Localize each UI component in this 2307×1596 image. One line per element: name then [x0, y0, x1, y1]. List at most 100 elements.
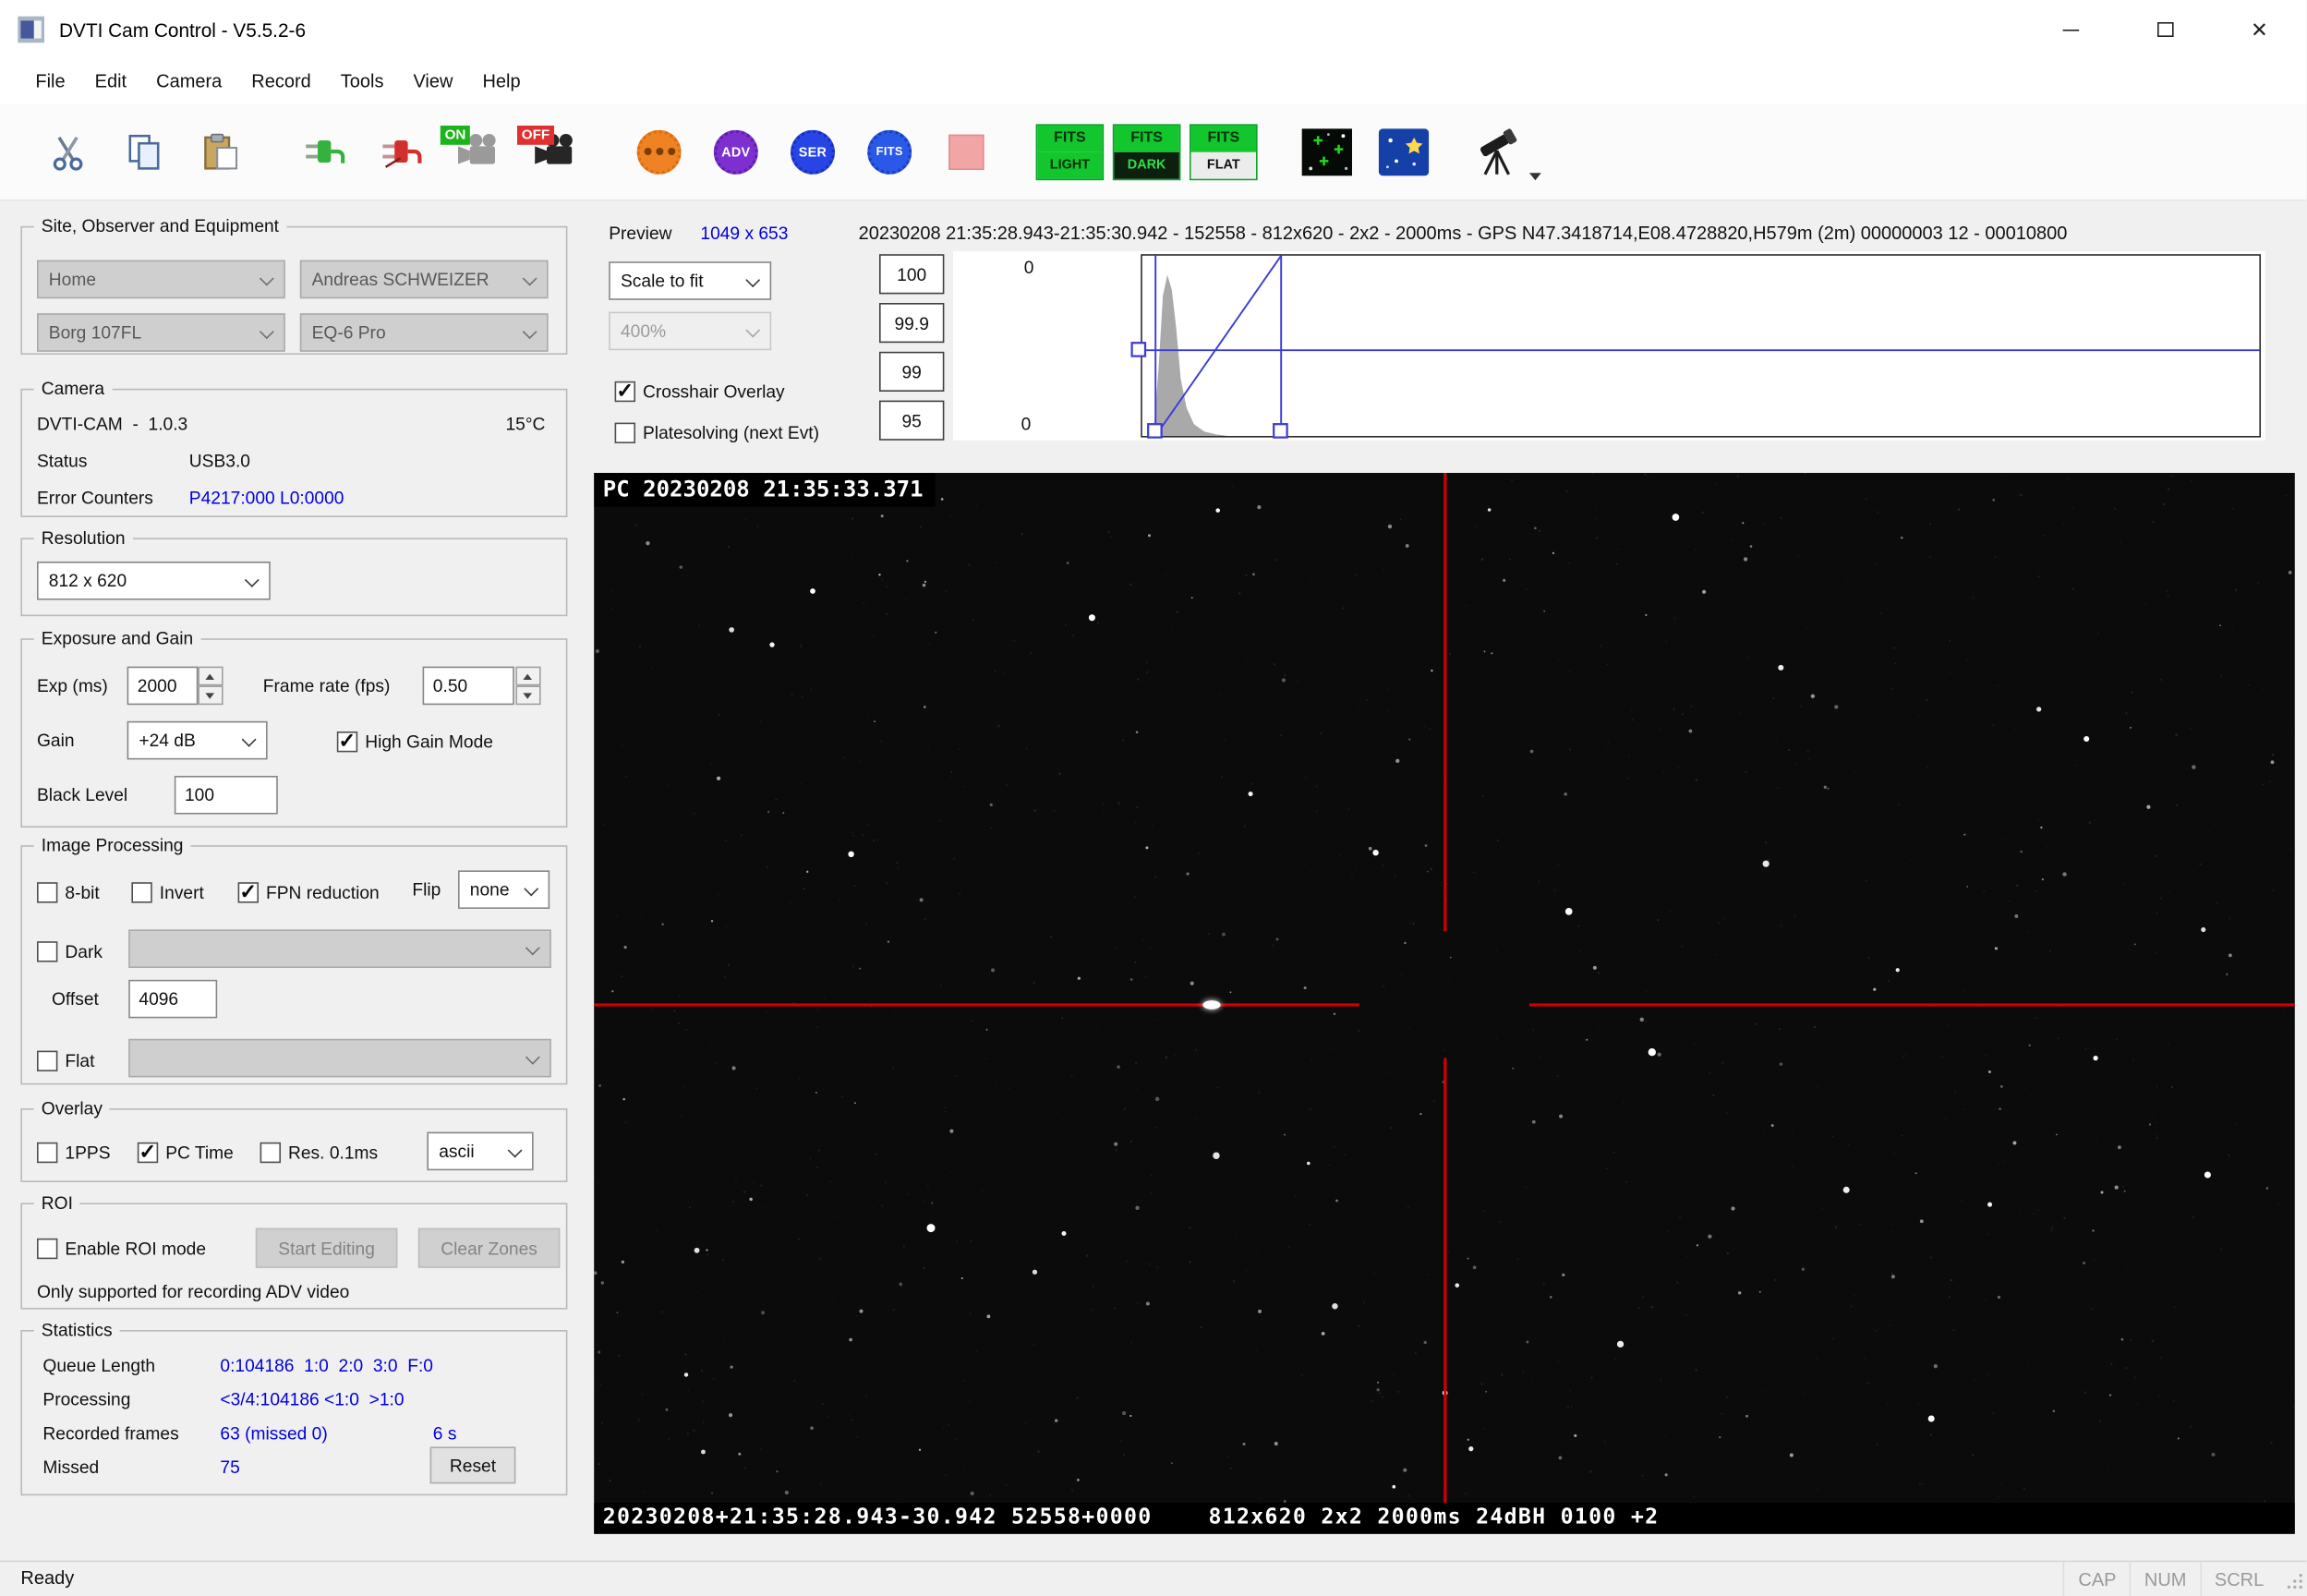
connect-button[interactable]	[290, 112, 361, 191]
exposure-spinner[interactable]	[198, 667, 223, 706]
frame-rate-input[interactable]: 0.50	[423, 667, 514, 706]
off-badge: OFF	[517, 125, 554, 144]
dark-checkbox[interactable]: Dark	[37, 938, 103, 965]
group-title: Site, Observer and Equipment	[34, 216, 286, 236]
fits-flat-icon: FITS FLAT	[1190, 124, 1258, 180]
histogram-plot[interactable]	[953, 251, 2265, 441]
stop-button[interactable]	[931, 112, 1002, 191]
pc-time-checkbox[interactable]: PC Time	[138, 1140, 234, 1167]
spin-up-icon[interactable]	[515, 667, 540, 686]
resolution-select[interactable]: 812 x 620	[37, 562, 271, 600]
flat-checkbox[interactable]: Flat	[37, 1047, 94, 1074]
camera-off-button[interactable]: OFF	[520, 112, 591, 191]
checkbox-icon[interactable]	[131, 882, 151, 902]
telescope-button[interactable]	[1472, 112, 1543, 191]
spin-down-icon[interactable]	[198, 685, 223, 705]
resize-grip[interactable]	[2285, 1571, 2305, 1591]
checkbox-checked-icon[interactable]	[238, 882, 259, 902]
flat-frame-select	[128, 1039, 551, 1078]
checkbox-checked-icon[interactable]	[615, 381, 635, 402]
paste-button[interactable]	[187, 112, 258, 191]
checkbox-icon[interactable]	[615, 423, 635, 443]
platesolving-checkbox[interactable]: Platesolving (next Evt)	[615, 419, 819, 446]
checkbox-icon[interactable]	[37, 1051, 57, 1071]
record-options-button[interactable]	[623, 112, 695, 191]
checkbox-icon[interactable]	[37, 941, 57, 961]
app-window: DVTI Cam Control - V5.5.2-6 ✕ File Edit …	[0, 0, 2307, 1596]
frame-rate-spinner[interactable]	[515, 667, 540, 706]
high-gain-checkbox[interactable]: High Gain Mode	[337, 729, 493, 756]
fits-dark-button[interactable]: FITS DARK	[1111, 112, 1182, 191]
offset-input[interactable]: 4096	[128, 980, 217, 1019]
menu-item-edit[interactable]: Edit	[80, 59, 141, 103]
disconnect-button[interactable]	[367, 112, 438, 191]
fits-flat-button[interactable]: FITS FLAT	[1188, 112, 1259, 191]
site-select: Home	[37, 260, 285, 299]
menu-item-file[interactable]: File	[20, 59, 79, 103]
offset-label: Offset	[52, 980, 99, 1019]
chevron-down-icon	[242, 732, 257, 747]
sky-chart-button[interactable]	[1369, 112, 1440, 191]
percentile-99-button[interactable]: 99	[879, 352, 944, 392]
chevron-down-icon	[523, 272, 537, 286]
observer-select: Andreas SCHWEIZER	[300, 260, 549, 299]
spin-down-icon[interactable]	[515, 685, 540, 705]
recorded-frames-value: 63 (missed 0)	[220, 1421, 327, 1447]
window-title: DVTI Cam Control - V5.5.2-6	[59, 18, 306, 41]
menu-item-view[interactable]: View	[398, 59, 467, 103]
maximize-button[interactable]	[2118, 0, 2212, 59]
fits-circle-icon: FITS	[867, 129, 912, 174]
platesolve-button[interactable]	[1291, 112, 1362, 191]
checkbox-icon[interactable]	[260, 1143, 281, 1163]
night-sky-icon	[1379, 127, 1429, 175]
chevron-down-icon[interactable]	[1529, 172, 1541, 179]
percentile-99-9-button[interactable]: 99.9	[879, 303, 944, 343]
checkbox-checked-icon[interactable]	[337, 732, 357, 752]
flip-select[interactable]: none	[458, 870, 550, 909]
checkbox-icon[interactable]	[37, 882, 57, 902]
res-01ms-checkbox[interactable]: Res. 0.1ms	[260, 1140, 379, 1167]
camera-on-button[interactable]: ON	[443, 112, 514, 191]
preview-label: Preview	[609, 220, 671, 247]
menu-item-tools[interactable]: Tools	[326, 59, 399, 103]
close-button[interactable]: ✕	[2212, 0, 2306, 59]
zoom-select: 400%	[609, 312, 771, 351]
fits-light-button[interactable]: FITS LIGHT	[1034, 112, 1105, 191]
percentile-95-button[interactable]: 95	[879, 401, 944, 441]
record-ser-button[interactable]: SER	[778, 112, 849, 191]
checkbox-icon[interactable]	[37, 1143, 57, 1163]
checkbox-icon[interactable]	[37, 1239, 57, 1259]
histogram-panel: 0 0 256 - 7367	[953, 251, 2265, 441]
minimize-button[interactable]	[2023, 0, 2117, 59]
percentile-100-button[interactable]: 100	[879, 254, 944, 294]
caps-lock-indicator: CAP	[2063, 1562, 2130, 1596]
8bit-checkbox[interactable]: 8-bit	[37, 879, 100, 906]
reset-button[interactable]: Reset	[430, 1446, 516, 1483]
menu-item-camera[interactable]: Camera	[141, 59, 236, 103]
record-adv-button[interactable]: ADV	[700, 112, 771, 191]
chevron-down-icon	[525, 1050, 540, 1065]
checkbox-checked-icon[interactable]	[138, 1143, 158, 1163]
menu-item-record[interactable]: Record	[236, 59, 325, 103]
exposure-label: Exp (ms)	[37, 667, 108, 706]
chevron-down-icon	[245, 573, 260, 587]
crosshair-overlay-checkbox[interactable]: Crosshair Overlay	[615, 379, 785, 405]
overlay-format-select[interactable]: ascii	[427, 1132, 533, 1171]
scale-mode-select[interactable]: Scale to fit	[609, 261, 771, 300]
black-level-label: Black Level	[37, 776, 127, 815]
exposure-input[interactable]: 2000	[127, 667, 199, 706]
record-fits-button[interactable]: FITS	[854, 112, 925, 191]
fpn-reduction-checkbox[interactable]: FPN reduction	[238, 879, 380, 906]
copy-button[interactable]	[109, 112, 180, 191]
enable-roi-checkbox[interactable]: Enable ROI mode	[37, 1236, 206, 1263]
missed-label: Missed	[42, 1454, 99, 1481]
black-level-input[interactable]: 100	[175, 776, 278, 815]
menu-item-help[interactable]: Help	[467, 59, 535, 103]
1pps-checkbox[interactable]: 1PPS	[37, 1140, 111, 1167]
cut-button[interactable]	[32, 112, 103, 191]
spin-up-icon[interactable]	[198, 667, 223, 686]
gain-select[interactable]: +24 dB	[127, 721, 268, 760]
invert-checkbox[interactable]: Invert	[131, 879, 203, 906]
menubar: File Edit Camera Record Tools View Help	[0, 59, 2307, 103]
toolbar: ON OFF ADV SER FITS FITS LIGHT	[0, 103, 2307, 201]
